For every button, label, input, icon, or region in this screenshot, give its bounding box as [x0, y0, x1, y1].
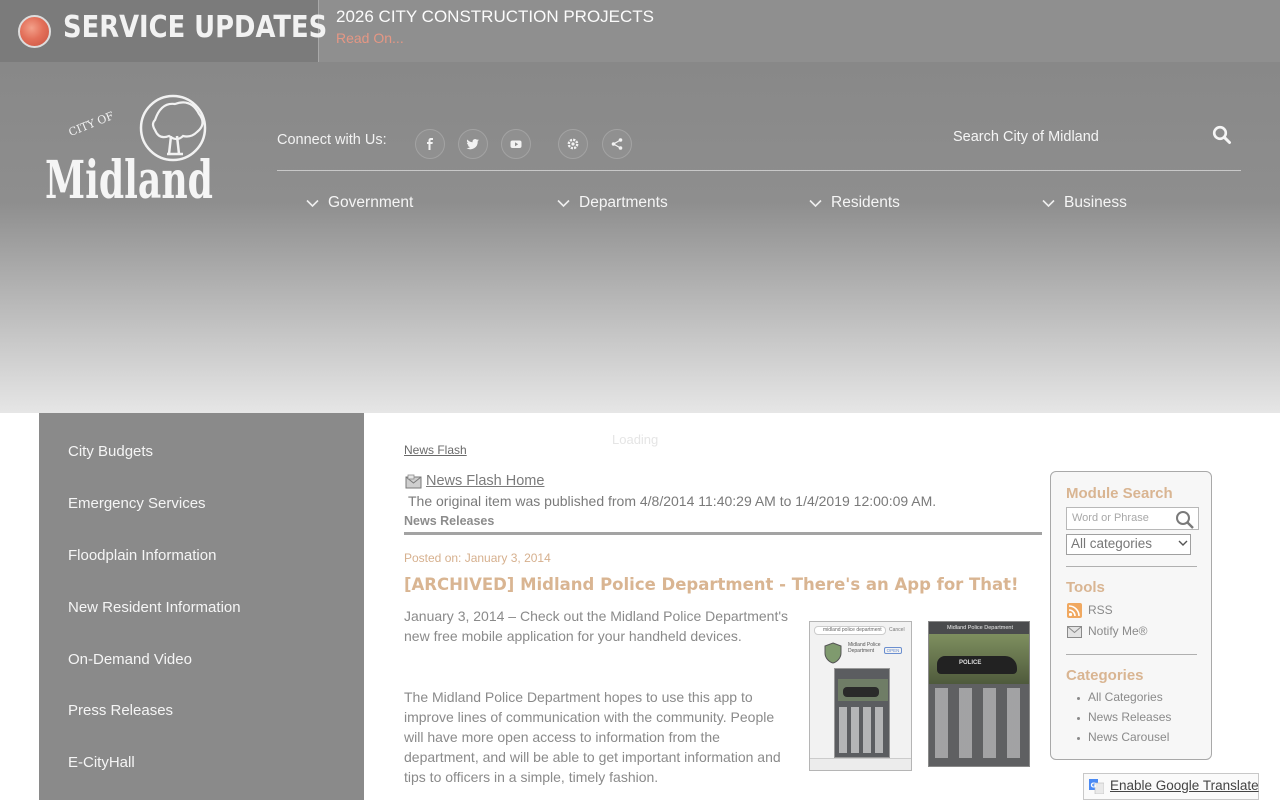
module-divider — [1066, 654, 1197, 655]
loading-text: Loading — [612, 432, 659, 447]
phone-open-button: OPEN — [884, 647, 902, 654]
posted-date: Posted on: January 3, 2014 — [404, 551, 551, 565]
nav-government[interactable]: Government — [306, 194, 413, 212]
police-badge-icon — [824, 642, 842, 664]
chevron-down-icon — [306, 199, 319, 207]
article-title: [ARCHIVED] Midland Police Department - T… — [404, 575, 1019, 594]
module-divider — [1066, 566, 1197, 567]
site-search-input[interactable]: Search City of Midland — [953, 129, 1099, 145]
category-link-news-carousel[interactable]: News Carousel — [1088, 730, 1169, 744]
app-store-screenshot[interactable]: midland police department Cancel Midland… — [809, 621, 912, 771]
read-on-link[interactable]: Read On... — [336, 30, 404, 46]
chevron-down-icon — [809, 199, 822, 207]
translate-label: Enable Google Translate — [1110, 778, 1259, 793]
nav-residents[interactable]: Residents — [809, 194, 900, 212]
rss-link[interactable]: RSS — [1088, 603, 1113, 617]
app-icon-grid — [935, 688, 1027, 758]
category-label: News Releases — [404, 514, 495, 528]
youtube-icon[interactable] — [501, 129, 531, 159]
twitter-icon[interactable] — [458, 129, 488, 159]
news-flash-home-link[interactable]: News Flash Home — [426, 473, 544, 489]
nav-label: Business — [1064, 194, 1127, 211]
phone-app-name: Midland Police Department — [848, 642, 881, 654]
nav-label: Departments — [579, 194, 668, 211]
module-search-heading: Module Search — [1066, 485, 1173, 502]
page: { "alert": { "title": "SERVICE UPDATES",… — [0, 0, 1280, 800]
sidebar-item-on-demand-video[interactable]: On-Demand Video — [68, 651, 192, 668]
chevron-down-icon — [1042, 199, 1055, 207]
app-home-screenshot[interactable]: Midland Police Department POLICE — [928, 621, 1030, 767]
sidebar-item-e-cityhall[interactable]: E-CityHall — [68, 754, 135, 771]
bullet — [1077, 737, 1080, 740]
alert-dot-icon — [18, 15, 51, 48]
service-updates-bar: SERVICE UPDATES 2026 CITY CONSTRUCTION P… — [0, 0, 1280, 62]
settings-icon[interactable] — [558, 129, 588, 159]
bullet — [1077, 717, 1080, 720]
svg-text:G: G — [1091, 782, 1097, 790]
sidebar-item-city-budgets[interactable]: City Budgets — [68, 443, 153, 460]
module-search-icon[interactable] — [1174, 509, 1196, 531]
mail-icon — [1067, 626, 1082, 638]
category-select[interactable]: All categories — [1066, 534, 1191, 555]
chevron-down-icon — [1178, 540, 1188, 546]
chevron-down-icon — [557, 199, 570, 207]
notify-me-link[interactable]: Notify Me® — [1088, 624, 1148, 638]
article-paragraph: The Midland Police Department hopes to u… — [404, 689, 781, 785]
service-updates-panel[interactable]: SERVICE UPDATES — [0, 0, 327, 62]
google-translate-icon: G — [1089, 779, 1104, 794]
facebook-icon[interactable] — [415, 129, 445, 159]
category-link-all[interactable]: All Categories — [1088, 690, 1163, 704]
breadcrumb-news-flash[interactable]: News Flash — [404, 443, 467, 457]
article-paragraph: January 3, 2014 – Check out the Midland … — [404, 608, 789, 644]
logo-city-of: CITY OF — [67, 109, 116, 139]
alert-headline[interactable]: 2026 CITY CONSTRUCTION PROJECTS — [336, 7, 654, 27]
phone-search-field: midland police department — [814, 626, 886, 635]
rss-icon — [1067, 603, 1082, 618]
google-translate-button[interactable]: G Enable Google Translate — [1083, 773, 1259, 800]
phone-tab-bar — [810, 758, 911, 770]
content-divider — [404, 532, 1042, 535]
phone-app-preview — [834, 668, 890, 758]
sidebar-item-emergency-services[interactable]: Emergency Services — [68, 495, 206, 512]
phone2-header: Midland Police Department — [929, 622, 1029, 634]
phone-cancel-label: Cancel — [889, 627, 905, 633]
connect-label: Connect with Us: — [277, 132, 387, 148]
nav-label: Residents — [831, 194, 900, 211]
archive-note: The original item was published from 4/8… — [408, 493, 937, 509]
police-car-photo: POLICE — [929, 634, 1029, 684]
sidebar-item-press-releases[interactable]: Press Releases — [68, 702, 173, 719]
site-header: CITY OF Midland Connect with Us: Search … — [0, 62, 1280, 413]
bullet — [1077, 697, 1080, 700]
sidebar: City Budgets Emergency Services Floodpla… — [39, 413, 364, 800]
logo-midland: Midland — [45, 150, 213, 202]
search-icon[interactable] — [1212, 125, 1232, 145]
nav-business[interactable]: Business — [1042, 194, 1127, 212]
tools-heading: Tools — [1066, 579, 1105, 596]
nav-label: Government — [328, 194, 414, 211]
service-updates-title: SERVICE UPDATES — [63, 10, 328, 45]
share-icon[interactable] — [602, 129, 632, 159]
category-link-news-releases[interactable]: News Releases — [1088, 710, 1171, 724]
news-flash-home-icon — [405, 474, 422, 489]
sidebar-item-new-resident-information[interactable]: New Resident Information — [68, 599, 241, 616]
sidebar-item-floodplain-information[interactable]: Floodplain Information — [68, 547, 216, 564]
categories-heading: Categories — [1066, 667, 1144, 684]
nav-departments[interactable]: Departments — [557, 194, 668, 212]
header-divider — [277, 170, 1241, 171]
city-logo[interactable]: CITY OF Midland — [45, 90, 215, 202]
